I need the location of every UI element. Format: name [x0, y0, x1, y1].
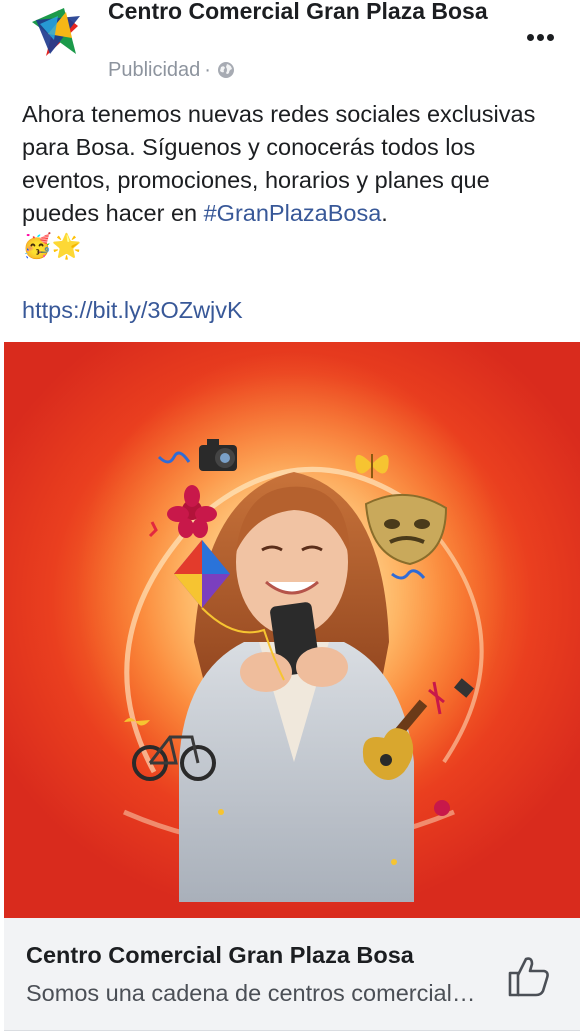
page-name[interactable]: Centro Comercial Gran Plaza Bosa	[108, 0, 488, 27]
link-preview-card[interactable]: Centro Comercial Gran Plaza Bosa Somos u…	[4, 918, 580, 1031]
post-header: Centro Comercial Gran Plaza Bosa Publici…	[0, 0, 584, 90]
post-link[interactable]: https://bit.ly/3OZwjvK	[22, 294, 243, 327]
more-options-icon[interactable]	[522, 22, 558, 52]
post-message-end: .	[381, 200, 388, 226]
emoji-party-star: 🥳🌟	[22, 232, 82, 260]
globe-icon	[217, 62, 234, 78]
thumbs-up-icon[interactable]	[502, 952, 554, 1000]
link-card-title[interactable]: Centro Comercial Gran Plaza Bosa	[26, 940, 486, 970]
post-image[interactable]	[4, 342, 580, 918]
sponsored-label: Publicidad	[108, 59, 201, 81]
hashtag-link[interactable]: #GranPlazaBosa	[204, 200, 382, 226]
page-logo-star-icon[interactable]	[28, 4, 86, 60]
post-meta: Publicidad ·	[108, 58, 235, 82]
link-card-description: Somos una cadena de centros comerciales	[26, 980, 476, 1006]
meta-separator: ·	[204, 59, 211, 81]
post-message: Ahora tenemos nuevas redes sociales excl…	[22, 98, 562, 263]
